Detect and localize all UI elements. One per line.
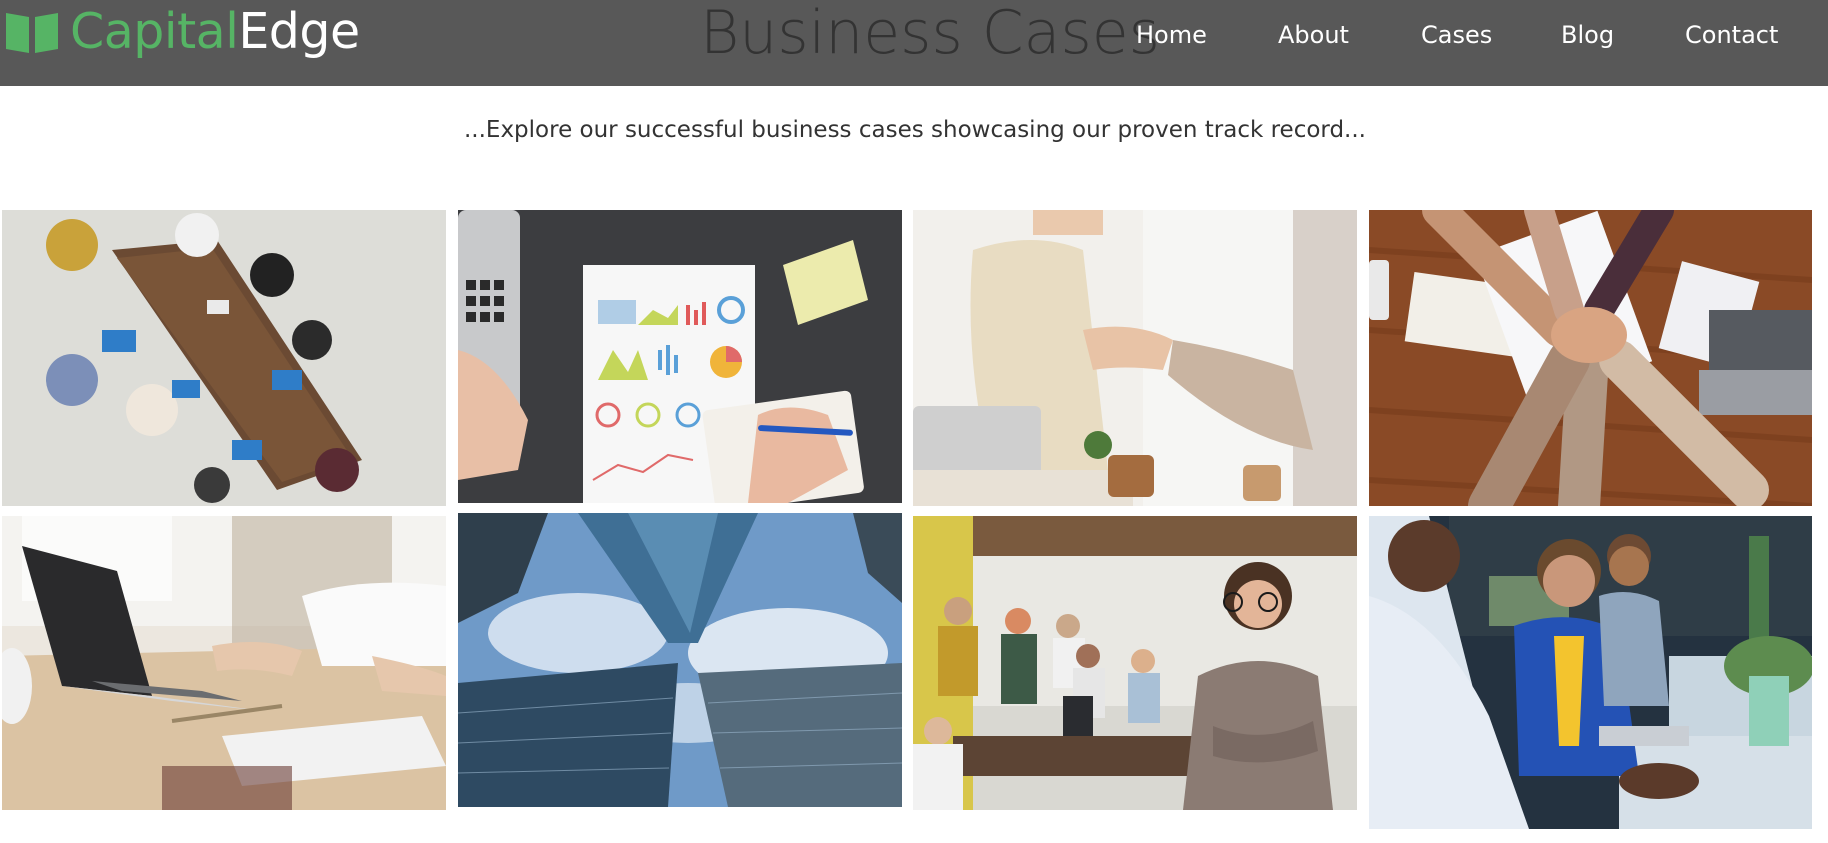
skyscrapers-photo [458, 513, 902, 807]
case-tile-team-meeting[interactable] [2, 210, 446, 506]
main-nav: Home About Cases Blog Contact [0, 17, 1828, 53]
page-tagline: ...Explore our successful business cases… [0, 113, 1828, 147]
tagline-text: ...Explore our successful business cases… [463, 117, 1366, 143]
case-tile-office-team[interactable] [913, 516, 1357, 810]
charts-notes-photo [458, 210, 902, 503]
case-tile-colleagues[interactable] [1369, 516, 1812, 829]
case-tile-handshake[interactable] [913, 210, 1357, 506]
nav-about-link[interactable]: About [1278, 17, 1349, 53]
laptop-typing-photo [2, 516, 446, 810]
hands-together-photo [1369, 210, 1812, 506]
team-meeting-photo [2, 210, 446, 506]
nav-blog-link[interactable]: Blog [1561, 17, 1614, 53]
office-team-portrait-photo [913, 516, 1357, 810]
colleagues-at-desks-photo [1369, 516, 1812, 829]
handshake-photo [913, 210, 1357, 506]
nav-home-link[interactable]: Home [1136, 17, 1207, 53]
nav-cases-link[interactable]: Cases [1421, 17, 1492, 53]
case-tile-skyscrapers[interactable] [458, 513, 902, 807]
site-header: CapitalEdge Business Cases Home About Ca… [0, 0, 1828, 86]
case-tile-laptop[interactable] [2, 516, 446, 810]
case-tile-charts[interactable] [458, 210, 902, 503]
nav-contact-link[interactable]: Contact [1685, 17, 1778, 53]
case-tile-teamwork[interactable] [1369, 210, 1812, 506]
